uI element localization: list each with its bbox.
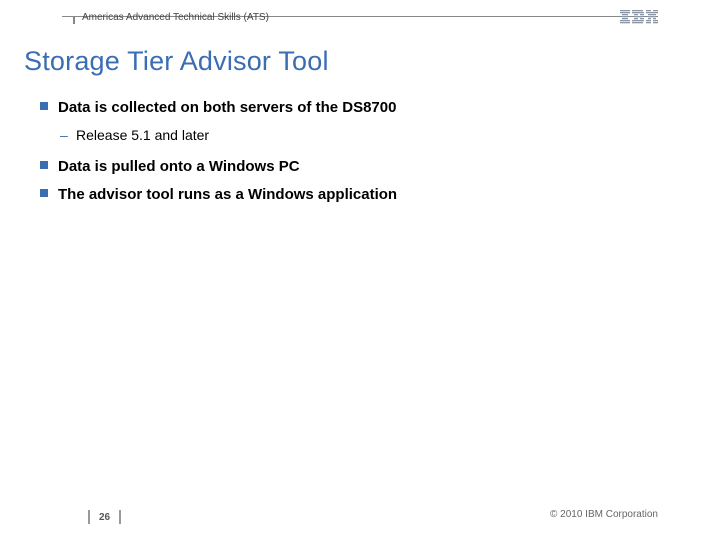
bullet-level-2: – Release 5.1 and later — [40, 126, 680, 145]
slide-footer: 26 © 2010 IBM Corporation — [0, 502, 720, 526]
bullet-text: Release 5.1 and later — [76, 127, 209, 143]
page-number: 26 — [88, 510, 121, 524]
slide-content: Data is collected on both servers of the… — [40, 98, 680, 214]
square-bullet-icon — [40, 102, 48, 110]
bullet-text: The advisor tool runs as a Windows appli… — [58, 186, 397, 203]
page-number-value: 26 — [93, 512, 116, 523]
bullet-level-1: Data is collected on both servers of the… — [40, 98, 680, 118]
slide-title: Storage Tier Advisor Tool — [24, 46, 329, 77]
bullet-level-1: Data is pulled onto a Windows PC — [40, 157, 680, 177]
slide-header: Americas Advanced Technical Skills (ATS) — [0, 0, 720, 32]
ibm-logo-icon — [620, 10, 658, 30]
bullet-text: Data is collected on both servers of the… — [58, 99, 396, 116]
dash-bullet-icon: – — [60, 126, 68, 145]
copyright-text: © 2010 IBM Corporation — [550, 509, 658, 520]
bullet-text: Data is pulled onto a Windows PC — [58, 158, 300, 175]
square-bullet-icon — [40, 189, 48, 197]
header-tick — [73, 16, 75, 24]
header-org-label: Americas Advanced Technical Skills (ATS) — [82, 12, 269, 23]
footer-tick-icon — [119, 510, 121, 524]
bullet-level-1: The advisor tool runs as a Windows appli… — [40, 185, 680, 205]
footer-tick-icon — [88, 510, 90, 524]
square-bullet-icon — [40, 161, 48, 169]
slide: Americas Advanced Technical Skills (ATS) — [0, 0, 720, 540]
